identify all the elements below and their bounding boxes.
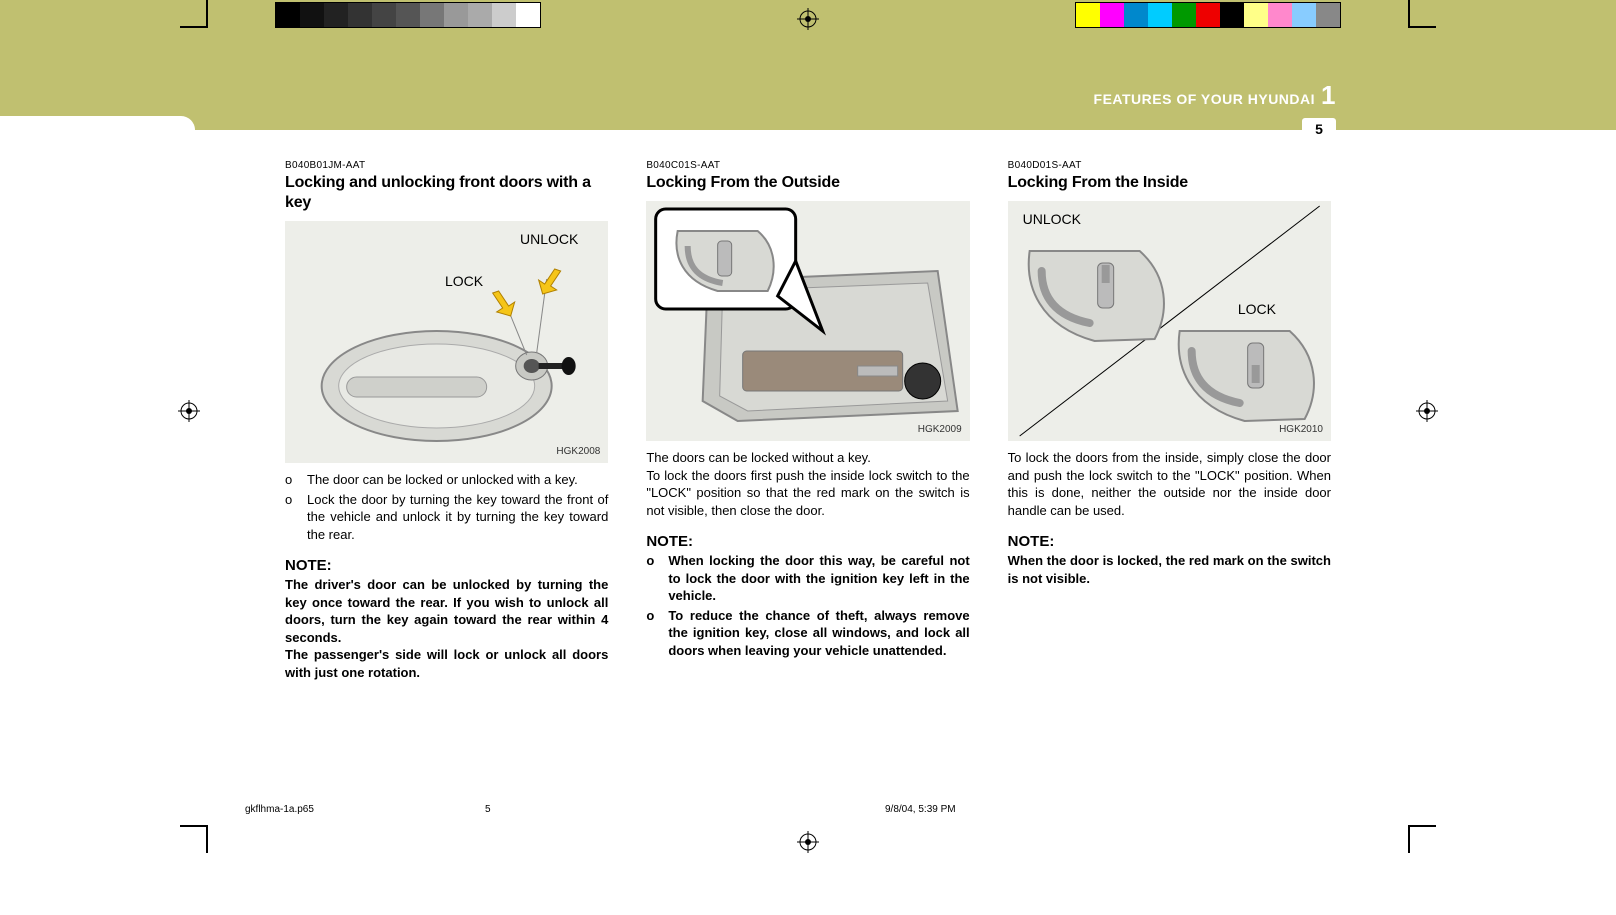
- paragraph: To lock the doors from the inside, simpl…: [1008, 449, 1331, 519]
- figure-door-outside: HGK2009: [646, 201, 969, 441]
- page-number-tab: 5: [1302, 118, 1336, 140]
- paragraph: The doors can be locked without a key. T…: [646, 449, 969, 519]
- figure-label-unlock: UNLOCK: [520, 231, 578, 247]
- list-item: oWhen locking the door this way, be care…: [646, 552, 969, 605]
- figure-door-key: LOCK UNLOCK HGK2008: [285, 221, 608, 463]
- footer-filename: gkflhma-1a.p65: [245, 804, 485, 815]
- section-title: Locking From the Outside: [646, 173, 969, 193]
- section-code: B040B01JM-AAT: [285, 160, 608, 171]
- header-notch: [0, 116, 195, 144]
- section-code: B040D01S-AAT: [1008, 160, 1331, 171]
- grayscale-swatch-bar: [275, 2, 541, 28]
- registration-mark-icon: [1416, 400, 1438, 422]
- registration-mark-icon: [797, 831, 819, 853]
- list-item: oLock the door by turning the key toward…: [285, 491, 608, 544]
- footer-page: 5: [485, 804, 885, 815]
- note-list: oWhen locking the door this way, be care…: [646, 552, 969, 659]
- print-header-band: FEATURES OF YOUR HYUNDAI 1 5: [0, 0, 1616, 130]
- footer-datetime: 9/8/04, 5:39 PM: [885, 804, 956, 815]
- section-title: Locking and unlocking front doors with a…: [285, 173, 608, 213]
- note-heading: NOTE:: [1008, 533, 1331, 550]
- section-title: Locking From the Inside: [1008, 173, 1331, 193]
- note-body: When the door is locked, the red mark on…: [1008, 552, 1331, 587]
- column-3: B040D01S-AAT Locking From the Inside: [1008, 160, 1331, 681]
- bullet-list: oThe door can be locked or unlocked with…: [285, 471, 608, 543]
- color-swatch-bar: [1075, 2, 1341, 28]
- list-item: oTo reduce the chance of theft, always r…: [646, 607, 969, 660]
- section-code: B040C01S-AAT: [646, 160, 969, 171]
- registration-mark-icon: [178, 400, 200, 422]
- chapter-number: 1: [1321, 80, 1336, 111]
- figure-id: HGK2008: [556, 446, 600, 457]
- figure-label-unlock: UNLOCK: [1023, 211, 1081, 227]
- figure-id: HGK2009: [918, 424, 962, 435]
- manual-content: B040B01JM-AAT Locking and unlocking fron…: [285, 160, 1331, 681]
- section-title: FEATURES OF YOUR HYUNDAI: [1094, 91, 1316, 107]
- note-body: The driver's door can be unlocked by tur…: [285, 576, 608, 681]
- note-heading: NOTE:: [285, 557, 608, 574]
- page-number: 5: [1315, 121, 1323, 137]
- note-heading: NOTE:: [646, 533, 969, 550]
- figure-label-lock: LOCK: [445, 273, 483, 289]
- figure-id: HGK2010: [1279, 424, 1323, 435]
- column-2: B040C01S-AAT Locking From the Outside HG…: [646, 160, 969, 681]
- column-1: B040B01JM-AAT Locking and unlocking fron…: [285, 160, 608, 681]
- print-footer: gkflhma-1a.p65 5 9/8/04, 5:39 PM: [245, 804, 1371, 815]
- registration-mark-icon: [797, 8, 819, 30]
- section-header: FEATURES OF YOUR HYUNDAI 1: [1094, 80, 1336, 111]
- figure-label-lock: LOCK: [1238, 301, 1276, 317]
- figure-door-inside: UNLOCK LOCK HGK2010: [1008, 201, 1331, 441]
- list-item: oThe door can be locked or unlocked with…: [285, 471, 608, 489]
